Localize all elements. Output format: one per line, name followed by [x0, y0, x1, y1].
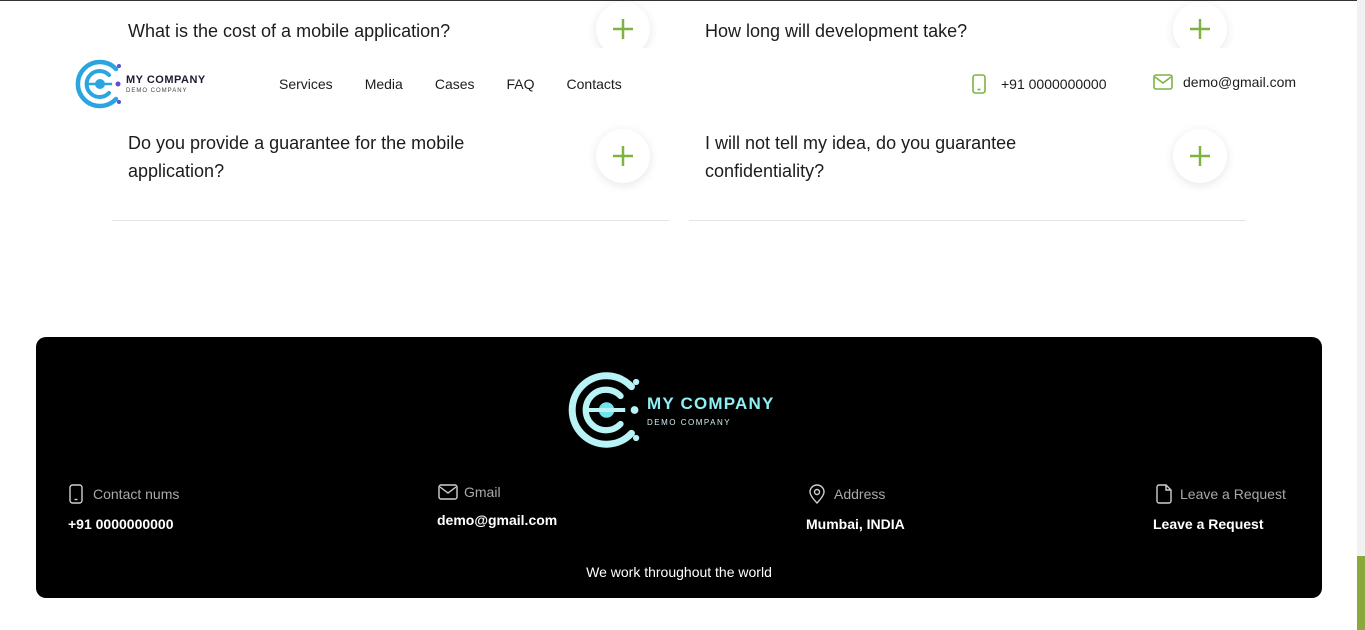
faq-question[interactable]: What is the cost of a mobile application… [128, 17, 528, 45]
footer-address-value: Mumbai, INDIA [806, 516, 905, 532]
nav-media[interactable]: Media [365, 76, 403, 92]
page-scrollbar[interactable] [1357, 0, 1365, 630]
faq-question[interactable]: Do you provide a guarantee for the mobil… [128, 129, 528, 185]
location-pin-icon [809, 484, 825, 504]
logo-text: MY COMPANY DEMO COMPANY [126, 74, 206, 94]
faq-expand-button[interactable] [1173, 129, 1227, 183]
logo-name: MY COMPANY [126, 74, 206, 86]
phone-icon [69, 484, 83, 504]
leave-request-link[interactable]: Leave a Request [1153, 516, 1286, 532]
scrollbar-thumb[interactable] [1357, 556, 1365, 630]
footer-logo[interactable]: MY COMPANY DEMO COMPANY [563, 368, 775, 452]
header-phone[interactable]: +91 0000000000 [972, 74, 1107, 94]
header-email[interactable]: demo@gmail.com [1153, 74, 1296, 90]
header-phone-number: +91 0000000000 [1001, 76, 1107, 92]
nav-cases[interactable]: Cases [435, 76, 475, 92]
nav-services[interactable]: Services [279, 76, 333, 92]
footer-request-heading: Leave a Request [1155, 484, 1286, 504]
footer-contact-value[interactable]: +91 0000000000 [68, 516, 179, 532]
phone-icon [972, 74, 986, 94]
plus-icon [1190, 146, 1210, 166]
main-nav: Services Media Cases FAQ Contacts [279, 76, 654, 92]
footer-request-label: Leave a Request [1180, 486, 1286, 502]
plus-icon [613, 19, 633, 39]
footer-address-label: Address [834, 486, 886, 502]
footer-gmail-label: Gmail [464, 484, 501, 500]
footer-gmail-column: Gmail demo@gmail.com [437, 484, 557, 528]
logo-subtitle: DEMO COMPANY [126, 88, 188, 94]
header-email-address: demo@gmail.com [1183, 74, 1297, 90]
footer-tagline: We work throughout the world [586, 564, 772, 580]
faq-divider [689, 220, 1246, 221]
faq-question[interactable]: I will not tell my idea, do you guarante… [705, 129, 1085, 185]
site-footer: MY COMPANY DEMO COMPANY Contact nums +91… [36, 337, 1322, 598]
company-logo-icon [568, 372, 640, 448]
footer-logo-subtitle: DEMO COMPANY [647, 417, 732, 427]
plus-icon [1190, 19, 1210, 39]
footer-address-heading: Address [808, 484, 905, 504]
footer-gmail-value[interactable]: demo@gmail.com [437, 512, 557, 528]
footer-logo-text: MY COMPANY DEMO COMPANY [647, 394, 775, 427]
plus-icon [613, 146, 633, 166]
mail-icon [438, 484, 458, 500]
nav-faq[interactable]: FAQ [507, 76, 535, 92]
header-logo[interactable]: MY COMPANY DEMO COMPANY [72, 57, 206, 111]
footer-contact-label: Contact nums [93, 486, 180, 502]
site-header: MY COMPANY DEMO COMPANY Services Media C… [0, 48, 1357, 120]
footer-logo-name: MY COMPANY [647, 393, 775, 413]
faq-expand-button[interactable] [596, 129, 650, 183]
faq-divider [112, 220, 669, 221]
company-logo-icon [75, 59, 121, 109]
footer-contact-column: Contact nums +91 0000000000 [68, 484, 179, 532]
footer-gmail-heading: Gmail [438, 484, 557, 500]
footer-address-column: Address Mumbai, INDIA [806, 484, 905, 532]
mail-icon [1153, 74, 1173, 90]
document-icon [1156, 484, 1172, 504]
nav-contacts[interactable]: Contacts [567, 76, 622, 92]
faq-question[interactable]: How long will development take? [705, 17, 1105, 45]
footer-request-column: Leave a Request Leave a Request [1153, 484, 1286, 532]
top-border [0, 0, 1365, 1]
footer-contact-heading: Contact nums [69, 484, 179, 504]
